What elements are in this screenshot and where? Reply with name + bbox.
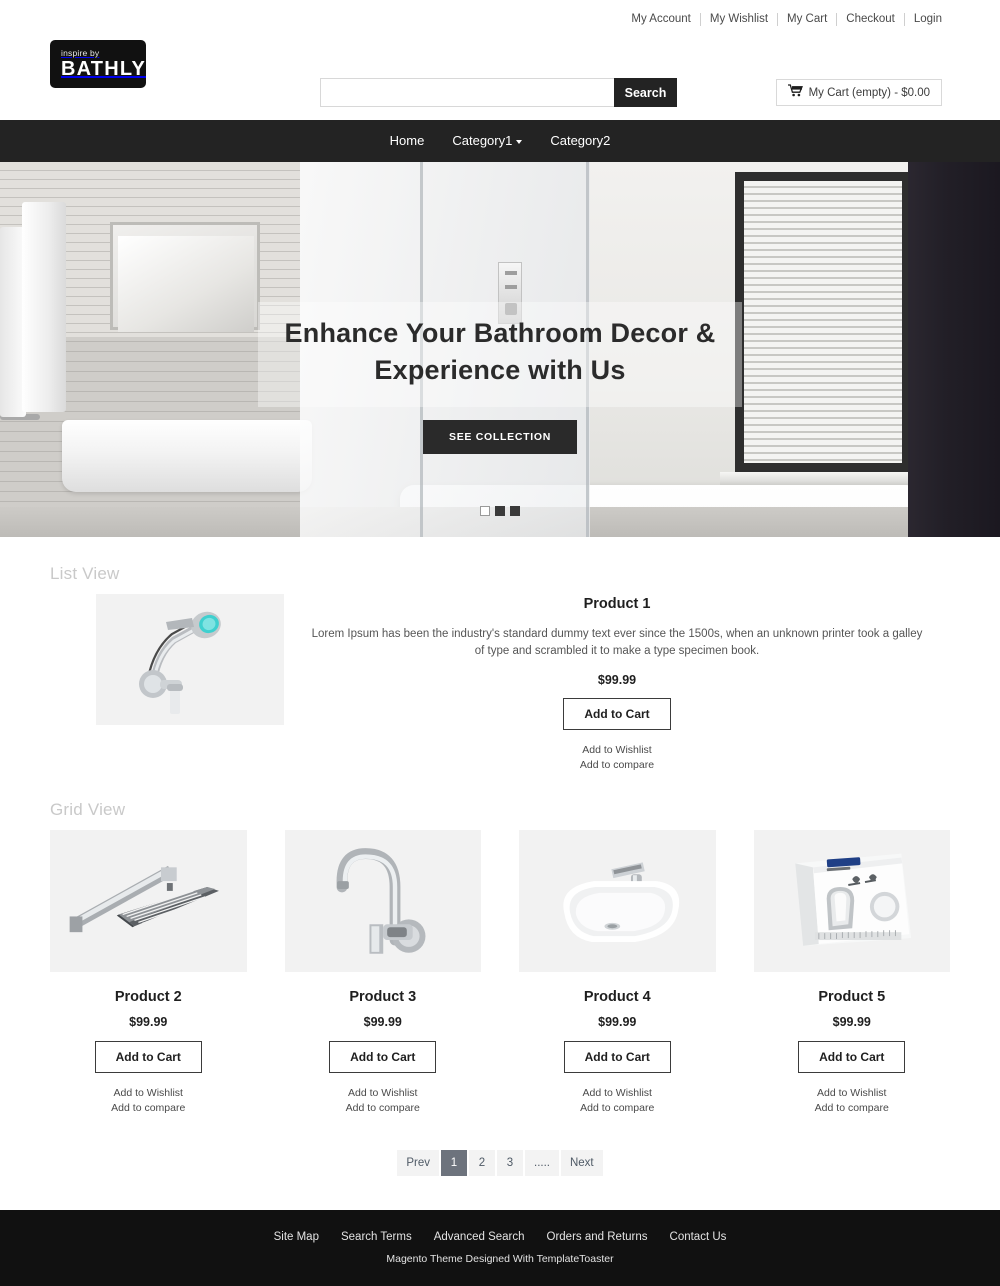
product-3-add-to-compare[interactable]: Add to compare — [285, 1101, 482, 1116]
product-5-add-to-wishlist[interactable]: Add to Wishlist — [754, 1086, 951, 1101]
logo-tagline: inspire by — [61, 48, 100, 58]
footer-copyright: Magento Theme Designed With TemplateToas… — [386, 1253, 614, 1265]
product-card-3: Product 3 $99.99 Add to Cart Add to Wish… — [284, 830, 482, 1116]
carousel-dot-2[interactable] — [495, 506, 505, 516]
site-header: inspire by BATHLY Search My Cart (empty)… — [0, 32, 1000, 120]
carousel-dot-1[interactable] — [480, 506, 490, 516]
search-button[interactable]: Search — [614, 78, 677, 107]
pagination-next[interactable]: Next — [560, 1150, 603, 1176]
product-card-2: Product 2 $99.99 Add to Cart Add to Wish… — [50, 830, 247, 1116]
mini-cart-button[interactable]: My Cart (empty) - $0.00 — [775, 79, 942, 106]
chevron-down-icon — [516, 140, 523, 144]
product-1-description: Lorem Ipsum has been the industry's stan… — [311, 628, 923, 657]
list-view-heading: List View — [50, 564, 120, 583]
product-2-image[interactable] — [50, 830, 247, 972]
nav-item-category1[interactable]: Category1 — [438, 120, 536, 162]
product-card-4: Product 4 $99.99 Add to Cart Add to Wish… — [519, 830, 716, 1116]
product-4-add-to-cart-button[interactable]: Add to Cart — [563, 1041, 671, 1073]
product-4-add-to-wishlist[interactable]: Add to Wishlist — [519, 1086, 716, 1101]
handheld-shower-head-icon — [96, 594, 284, 725]
product-card-5: Product 5 $99.99 Add to Cart Add to Wish… — [753, 830, 951, 1116]
grid-view-heading: Grid View — [50, 800, 126, 819]
pagination-prev[interactable]: Prev — [397, 1150, 439, 1176]
top-link-checkout[interactable]: Checkout — [836, 12, 904, 26]
nav-item-home[interactable]: Home — [376, 120, 439, 162]
carousel-dot-3[interactable] — [510, 506, 520, 516]
pagination-page-1[interactable]: 1 — [441, 1150, 467, 1176]
top-link-my-wishlist[interactable]: My Wishlist — [699, 12, 777, 26]
product-3-add-to-cart-button[interactable]: Add to Cart — [329, 1041, 437, 1073]
site-footer: Site Map Search Terms Advanced Search Or… — [0, 1210, 1000, 1286]
main-navigation: Home Category1 Category2 — [0, 120, 1000, 162]
hero-title-line-1: Enhance Your Bathroom Decor & — [284, 318, 716, 348]
mini-cart-label: My Cart (empty) - $0.00 — [808, 86, 930, 99]
wall-hand-dryer-icon — [753, 830, 950, 970]
product-4-image[interactable] — [519, 830, 716, 972]
product-4-price: $99.99 — [598, 1015, 637, 1029]
product-2-add-to-wishlist[interactable]: Add to Wishlist — [50, 1086, 247, 1101]
hero-carousel: Enhance Your Bathroom Decor & Experience… — [0, 162, 1000, 537]
shopping-cart-icon — [787, 83, 803, 102]
top-link-login[interactable]: Login — [903, 12, 942, 26]
product-4-name: Product 4 — [583, 989, 651, 1005]
list-view-product-row: Product 1 Lorem Ipsum has been the indus… — [50, 594, 950, 773]
pagination-page-3[interactable]: 3 — [497, 1150, 523, 1176]
product-5-links: Add to Wishlist Add to compare — [754, 1086, 951, 1116]
pagination: Prev 1 2 3 ..... Next — [50, 1150, 950, 1176]
nav-item-category2[interactable]: Category2 — [536, 120, 624, 162]
main-content: List View Product 1 Lorem Ipsum has been… — [0, 564, 1000, 1176]
nav-item-home-label: Home — [389, 133, 425, 148]
gooseneck-wall-faucet-icon — [284, 830, 481, 970]
product-2-links: Add to Wishlist Add to compare — [50, 1086, 247, 1116]
product-2-add-to-compare[interactable]: Add to compare — [50, 1101, 247, 1116]
ceramic-washbasin-with-faucet-icon — [519, 830, 716, 970]
product-2-add-to-cart-button[interactable]: Add to Cart — [94, 1041, 202, 1073]
nav-item-category2-label: Category2 — [550, 133, 611, 148]
product-1-add-to-cart-button[interactable]: Add to Cart — [563, 698, 671, 730]
product-1-add-to-wishlist[interactable]: Add to Wishlist — [296, 743, 938, 758]
hero-title-line-2: Experience with Us — [374, 355, 626, 385]
product-5-add-to-compare[interactable]: Add to compare — [754, 1101, 951, 1116]
product-4-links: Add to Wishlist Add to compare — [519, 1086, 716, 1116]
product-3-name: Product 3 — [349, 989, 417, 1005]
product-1-image[interactable] — [96, 594, 284, 725]
carousel-indicators — [480, 506, 520, 516]
search-input[interactable] — [320, 78, 614, 107]
top-link-my-account[interactable]: My Account — [622, 13, 699, 26]
logo-wordmark: BATHLY — [61, 58, 146, 80]
product-5-image[interactable] — [753, 830, 950, 972]
product-1-price: $99.99 — [597, 673, 637, 687]
square-rain-shower-head-icon — [50, 830, 247, 970]
product-5-price: $99.99 — [832, 1015, 871, 1029]
product-1-name: Product 1 — [583, 596, 651, 612]
product-grid: Product 2 $99.99 Add to Cart Add to Wish… — [50, 830, 950, 1116]
top-utility-bar: My Account My Wishlist My Cart Checkout … — [0, 0, 1000, 32]
product-5-name: Product 5 — [818, 989, 886, 1005]
product-2-price: $99.99 — [129, 1015, 168, 1029]
product-1-info: Product 1 Lorem Ipsum has been the indus… — [284, 594, 950, 773]
search-form: Search — [320, 78, 677, 107]
product-3-image[interactable] — [284, 830, 481, 972]
top-links: My Account My Wishlist My Cart Checkout … — [622, 12, 942, 26]
hero-title: Enhance Your Bathroom Decor & Experience… — [0, 315, 1000, 389]
see-collection-button[interactable]: SEE COLLECTION — [423, 420, 577, 454]
nav-item-category1-label: Category1 — [452, 133, 513, 148]
top-link-my-cart[interactable]: My Cart — [777, 12, 836, 26]
product-4-add-to-compare[interactable]: Add to compare — [519, 1101, 716, 1116]
product-1-links: Add to Wishlist Add to compare — [296, 743, 938, 773]
product-3-price: $99.99 — [363, 1015, 402, 1029]
product-3-add-to-wishlist[interactable]: Add to Wishlist — [285, 1086, 482, 1101]
pagination-ellipsis[interactable]: ..... — [525, 1150, 559, 1176]
product-5-add-to-cart-button[interactable]: Add to Cart — [798, 1041, 906, 1073]
product-3-links: Add to Wishlist Add to compare — [285, 1086, 482, 1116]
product-1-add-to-compare[interactable]: Add to compare — [296, 758, 938, 773]
pagination-page-2[interactable]: 2 — [469, 1150, 495, 1176]
site-logo[interactable]: inspire by BATHLY — [50, 40, 146, 88]
product-2-name: Product 2 — [114, 989, 182, 1005]
